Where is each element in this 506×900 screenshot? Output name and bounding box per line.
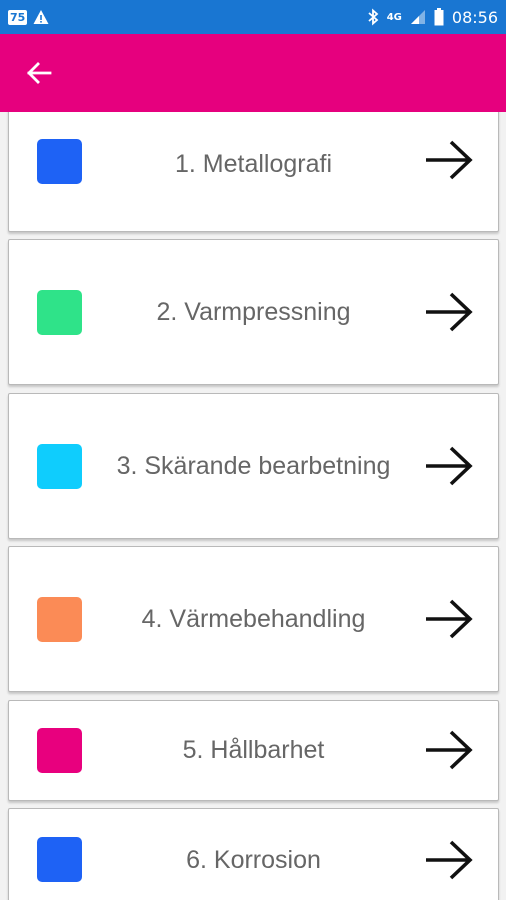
list-item-label: 5. Hållbarhet <box>182 736 325 764</box>
color-swatch <box>37 837 82 882</box>
warning-icon <box>33 10 49 24</box>
list-item-hallbarhet[interactable]: 5. Hållbarhet <box>8 700 499 801</box>
back-arrow-icon <box>27 62 52 84</box>
app-bar <box>0 34 506 112</box>
list-item-varmebehandling[interactable]: 4. Värmebehandling <box>8 546 499 692</box>
clock: 08:56 <box>451 7 498 27</box>
list-item-label: 4. Värmebehandling <box>141 605 366 633</box>
list-item-metallografi[interactable]: 1. Metallografi <box>8 112 499 232</box>
arrow-right-icon[interactable] <box>424 599 474 639</box>
status-bar: 75 4G 08:56 <box>0 0 506 34</box>
list-item-label: 3. Skärande bearbetning <box>116 452 391 480</box>
arrow-right-icon[interactable] <box>424 840 474 880</box>
list-item-korrosion[interactable]: 6. Korrosion <box>8 808 499 900</box>
list-item-skarande-bearbetning[interactable]: 3. Skärande bearbetning <box>8 393 499 539</box>
list-item-label: 1. Metallografi <box>174 150 333 178</box>
arrow-right-icon[interactable] <box>424 292 474 332</box>
notification-badge: 75 <box>8 9 28 25</box>
color-swatch <box>37 728 82 773</box>
arrow-right-icon[interactable] <box>424 446 474 486</box>
arrow-right-icon[interactable] <box>424 730 474 770</box>
category-list[interactable]: 1. Metallografi 2. Varmpressning 3. Skär… <box>0 112 506 900</box>
color-swatch <box>37 444 82 489</box>
color-swatch <box>37 597 82 642</box>
battery-icon <box>434 8 444 26</box>
network-type-label: 4G <box>386 11 402 23</box>
list-item-label: 6. Korrosion <box>186 846 321 874</box>
bluetooth-icon <box>368 8 379 26</box>
arrow-right-icon[interactable] <box>424 140 474 180</box>
list-item-varmpressning[interactable]: 2. Varmpressning <box>8 239 499 385</box>
signal-icon <box>410 10 425 24</box>
color-swatch <box>37 290 82 335</box>
back-button[interactable] <box>22 56 56 90</box>
color-swatch <box>37 139 82 184</box>
list-item-label: 2. Varmpressning <box>156 298 351 326</box>
